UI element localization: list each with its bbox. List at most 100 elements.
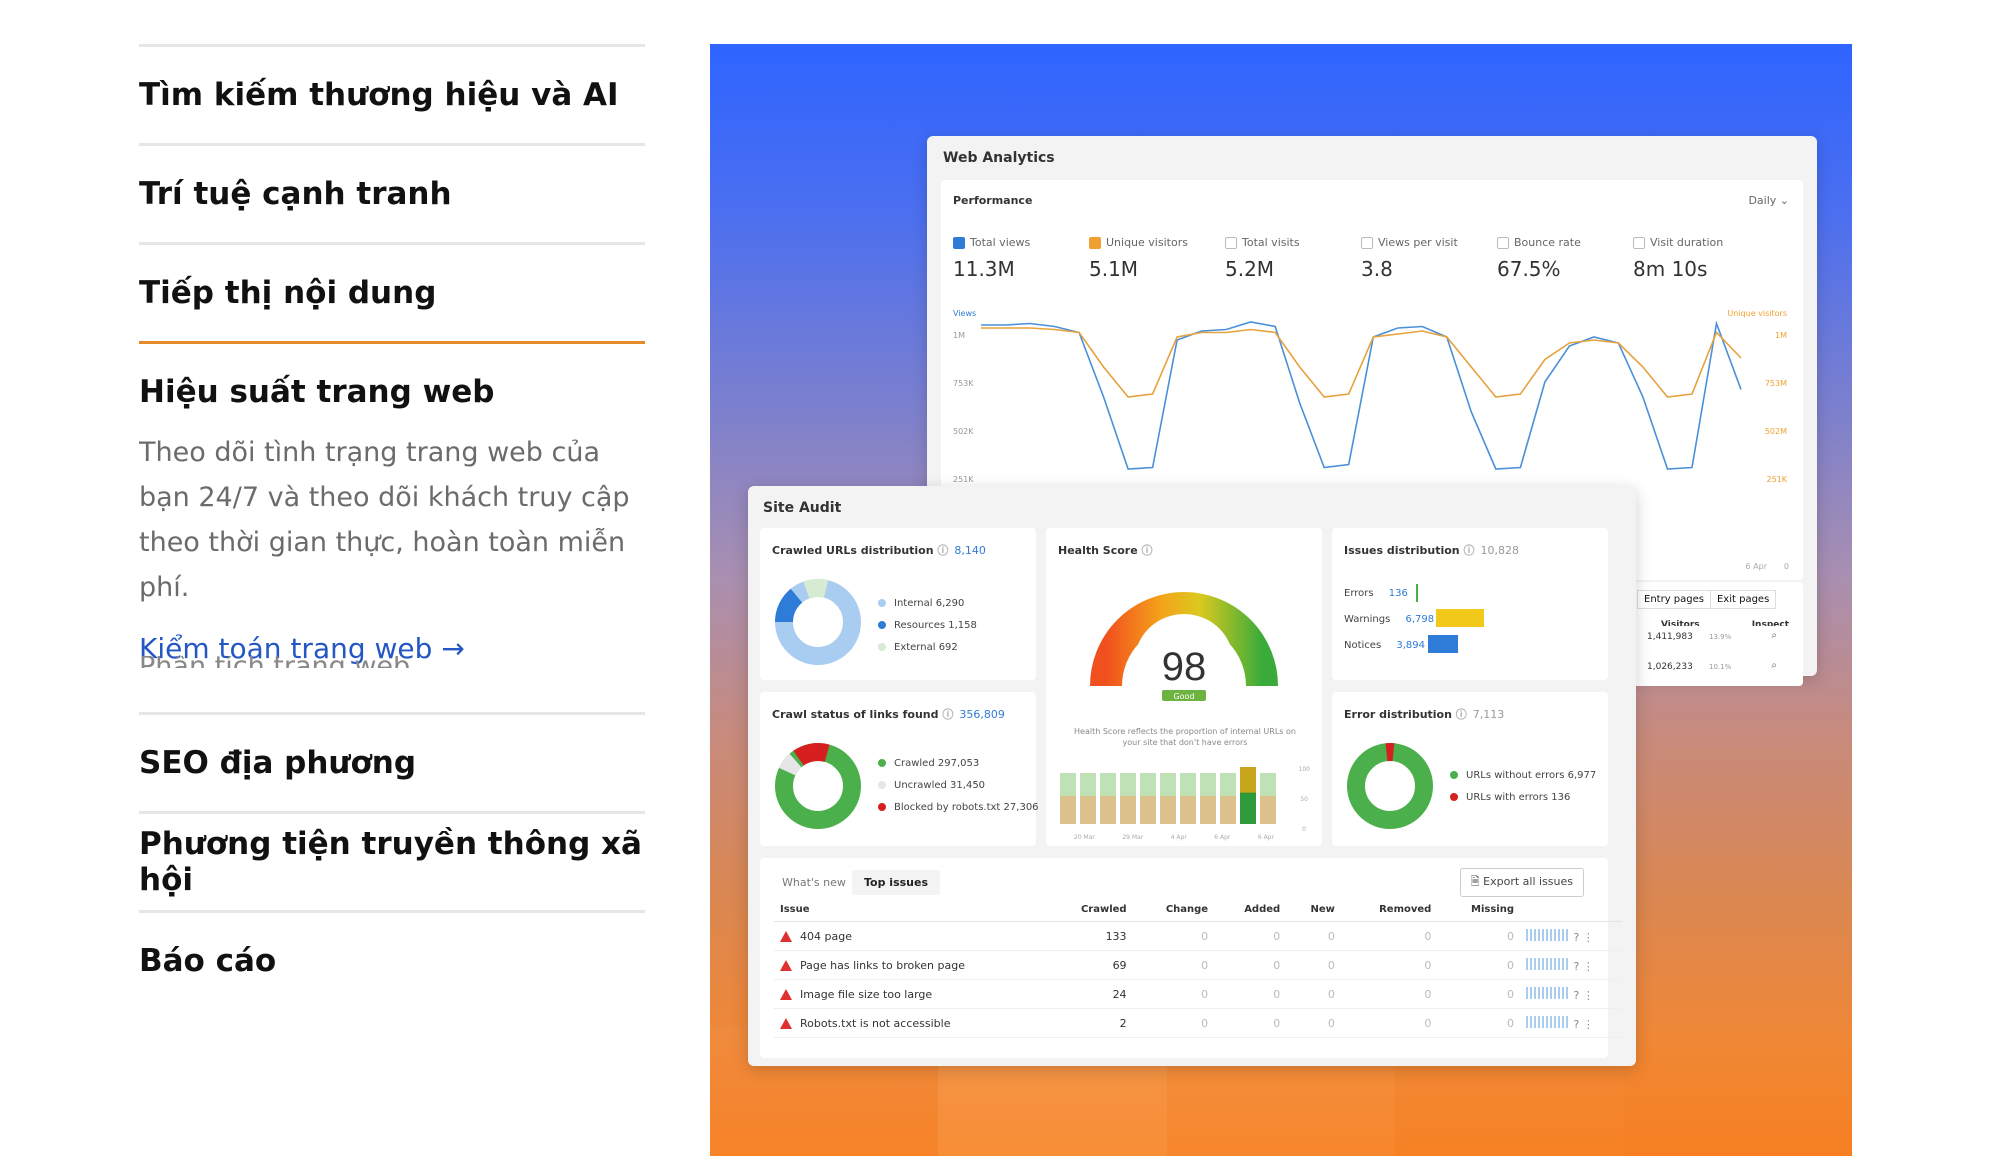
col-removed[interactable]: Removed — [1340, 898, 1438, 922]
crawled-urls-panel: Crawled URLs distribution ⓘ 8,140 Interna… — [760, 528, 1036, 680]
accordion-item-content[interactable]: Tiếp thị nội dung — [139, 245, 645, 341]
more-icon[interactable]: ⋮ — [1583, 989, 1594, 1002]
help-icon[interactable]: ? — [1574, 989, 1580, 1002]
cell-added: 0 — [1214, 979, 1287, 1009]
checkbox-icon[interactable] — [1361, 236, 1373, 249]
x-label: 4 Apr — [1170, 834, 1187, 841]
x-label: 6 Apr — [1214, 834, 1231, 841]
issue-label: Warnings — [1344, 614, 1391, 625]
legend-value: 27,306 — [1003, 802, 1039, 813]
issue-name: Image file size too large — [800, 987, 933, 1001]
visitors-pct: 13.9% — [1709, 633, 1732, 641]
export-all-button[interactable]: 🗎 Export all issues — [1459, 868, 1584, 897]
help-icon[interactable]: ? — [1574, 960, 1580, 973]
table-row[interactable]: Page has links to broken page 69 0 0 0 0… — [774, 950, 1622, 980]
pages-tabs: Entry pages Exit pages — [1637, 590, 1777, 609]
cell-crawled: 2 — [1046, 1008, 1133, 1038]
errors-bar — [1416, 584, 1418, 602]
checkbox-icon[interactable] — [953, 236, 965, 249]
x-label: 29 Mar — [1122, 834, 1144, 841]
y-tick: 251K — [953, 475, 974, 484]
metric-label: Visit duration — [1650, 236, 1724, 249]
performance-line-chart: Views Unique visitors 1M 753K 502K 251K … — [953, 309, 1788, 484]
col-trend — [1520, 898, 1622, 922]
legend-label: External — [894, 642, 936, 653]
accordion-item-social[interactable]: Phương tiện truyền thông xã hội — [139, 814, 645, 910]
health-history-bars — [1060, 767, 1276, 824]
checkbox-icon[interactable] — [1633, 236, 1645, 249]
info-icon: ⓘ — [1455, 708, 1467, 721]
table-row[interactable]: Image file size too large 24 0 0 0 0 0 ?… — [774, 979, 1622, 1009]
export-label: Export all issues — [1483, 875, 1573, 888]
metric-views-per-visit[interactable]: Views per visit 3.8 — [1361, 236, 1497, 281]
table-row[interactable]: 404 page 133 0 0 0 0 0 ? ⋮ — [774, 921, 1622, 951]
col-crawled[interactable]: Crawled — [1046, 898, 1133, 922]
cell-added: 0 — [1214, 921, 1287, 951]
col-issue[interactable]: Issue — [774, 898, 1046, 922]
legend-crawled: Crawled 297,053 — [878, 758, 979, 769]
legend-value: 6,290 — [935, 598, 965, 609]
checkbox-icon[interactable] — [1089, 236, 1101, 249]
col-change[interactable]: Change — [1132, 898, 1215, 922]
metric-unique-visitors[interactable]: Unique visitors 5.1M — [1089, 236, 1225, 281]
health-bar-lower — [1200, 795, 1216, 824]
pages-side-rows: 1,411,983 13.9% ⌕ 1,026,233 10.1% ⌕ — [1627, 626, 1803, 686]
y-tick-right: 1M — [1775, 331, 1787, 340]
col-added[interactable]: Added — [1214, 898, 1287, 922]
chevron-down-icon: ⌄ — [1779, 194, 1789, 207]
y-label: 100 — [1298, 766, 1310, 773]
tab-top-issues[interactable]: Top issues — [852, 870, 941, 895]
issue-name: Robots.txt is not accessible — [800, 1016, 951, 1030]
issue-name: 404 page — [800, 929, 852, 943]
y-tick-right: 251K — [1766, 475, 1787, 484]
accordion-item-brand-ai[interactable]: Tìm kiếm thương hiệu và AI — [139, 47, 645, 143]
metric-total-views[interactable]: Total views 11.3M — [953, 236, 1089, 281]
checkbox-icon[interactable] — [1497, 236, 1509, 249]
legend-value: 297,053 — [937, 758, 980, 769]
views-series-line — [981, 320, 1742, 470]
period-value: Daily — [1748, 194, 1777, 207]
search-icon[interactable]: ⌕ — [1771, 660, 1777, 671]
metric-label: Views per visit — [1378, 236, 1458, 249]
metric-visit-duration[interactable]: Visit duration 8m 10s — [1633, 236, 1769, 281]
more-icon[interactable]: ⋮ — [1583, 931, 1594, 944]
health-score-panel: Health Score ⓘ 98 Good Health Score refl… — [1046, 528, 1322, 846]
accordion-item-reports[interactable]: Báo cáo — [139, 913, 645, 1009]
tab-exit-pages[interactable]: Exit pages — [1710, 590, 1777, 609]
cell-missing: 0 — [1437, 1008, 1520, 1038]
panel-total: 356,809 — [959, 708, 1005, 721]
checkbox-icon[interactable] — [1225, 236, 1237, 249]
more-icon[interactable]: ⋮ — [1583, 1018, 1594, 1031]
legend-value: 136 — [1551, 792, 1571, 803]
health-bar-lower — [1080, 795, 1096, 824]
help-icon[interactable]: ? — [1574, 1018, 1580, 1031]
legend-uncrawled: Uncrawled 31,450 — [878, 780, 985, 791]
col-missing[interactable]: Missing — [1437, 898, 1520, 922]
tab-whats-new[interactable]: What's new — [770, 870, 858, 895]
cell-crawled: 24 — [1046, 979, 1133, 1009]
trend-cell: ? ⋮ — [1520, 921, 1622, 951]
y-tick: 1M — [953, 331, 965, 340]
cell-crawled: 133 — [1046, 921, 1133, 951]
accordion-open-title[interactable]: Hiệu suất trang web — [139, 374, 645, 410]
search-icon[interactable]: ⌕ — [1771, 630, 1777, 641]
period-select[interactable]: Daily ⌄ — [1748, 194, 1789, 207]
col-new[interactable]: New — [1286, 898, 1341, 922]
metric-row: Total views 11.3M Unique visitors 5.1M T… — [953, 236, 1793, 281]
table-row[interactable]: Robots.txt is not accessible 2 0 0 0 0 0… — [774, 1008, 1622, 1038]
health-bar-lower — [1160, 795, 1176, 824]
document-icon: 🗎 — [1470, 875, 1480, 888]
cell-change: 0 — [1132, 979, 1215, 1009]
x-label: 6 Apr — [1257, 834, 1274, 841]
accordion-item-competitive[interactable]: Trí tuệ cạnh tranh — [139, 146, 645, 242]
metric-total-visits[interactable]: Total visits 5.2M — [1225, 236, 1361, 281]
more-icon[interactable]: ⋮ — [1583, 960, 1594, 973]
accordion-item-local-seo[interactable]: SEO địa phương — [139, 715, 645, 811]
metric-value: 3.8 — [1361, 257, 1393, 281]
tab-entry-pages[interactable]: Entry pages — [1637, 590, 1711, 609]
help-icon[interactable]: ? — [1574, 931, 1580, 944]
legend-label: Internal — [894, 598, 933, 609]
info-icon: ⓘ — [942, 708, 954, 721]
metric-bounce-rate[interactable]: Bounce rate 67.5% — [1497, 236, 1633, 281]
legend-external: External 692 — [878, 642, 958, 653]
